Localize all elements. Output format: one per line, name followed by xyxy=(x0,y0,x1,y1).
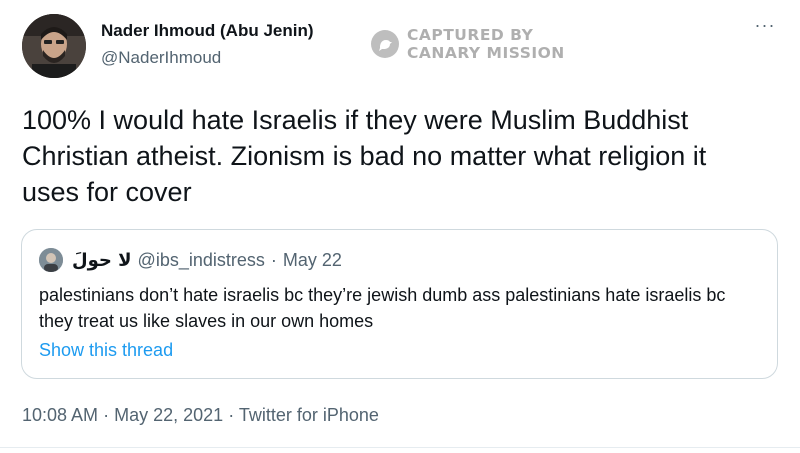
quoted-separator: · xyxy=(270,250,277,270)
tweet-timestamp: 10:08 AM · May 22, 2021 · Twitter for iP… xyxy=(22,405,379,426)
user-avatar[interactable] xyxy=(22,14,86,78)
show-thread-link[interactable]: Show this thread xyxy=(39,340,173,361)
tweet-source[interactable]: Twitter for iPhone xyxy=(239,405,379,425)
quoted-user-handle[interactable]: @ibs_indistress xyxy=(138,250,265,271)
timestamp-separator-2: · xyxy=(228,405,235,425)
quoted-date[interactable]: May 22 xyxy=(283,250,342,271)
quoted-tweet-header: لا حولَ @ibs_indistress · May 22 xyxy=(72,250,342,271)
watermark: CAPTURED BY CANARY MISSION xyxy=(371,24,565,64)
timestamp-separator-1: · xyxy=(103,405,110,425)
user-display-name[interactable]: Nader Ihmoud (Abu Jenin) xyxy=(101,21,314,41)
bottom-divider xyxy=(0,447,800,448)
tweet-text: 100% I would hate Israelis if they were … xyxy=(22,105,707,207)
tweet-time[interactable]: 10:08 AM xyxy=(22,405,98,425)
watermark-line1: CAPTURED BY xyxy=(407,26,534,44)
quoted-tweet-text: palestinians don’t hate israelis bc they… xyxy=(39,285,726,331)
canary-bird-icon xyxy=(371,30,399,58)
tweet-card: Nader Ihmoud (Abu Jenin) @NaderIhmoud CA… xyxy=(0,0,800,453)
quoted-user-display-name[interactable]: لا حولَ xyxy=(72,250,132,271)
quoted-user-avatar[interactable] xyxy=(39,248,63,272)
more-options-icon[interactable]: ··· xyxy=(750,16,780,42)
quoted-tweet[interactable]: لا حولَ @ibs_indistress · May 22 palesti… xyxy=(21,229,778,379)
user-handle[interactable]: @NaderIhmoud xyxy=(101,48,221,68)
tweet-date[interactable]: May 22, 2021 xyxy=(114,405,223,425)
watermark-line2: CANARY MISSION xyxy=(407,44,565,62)
